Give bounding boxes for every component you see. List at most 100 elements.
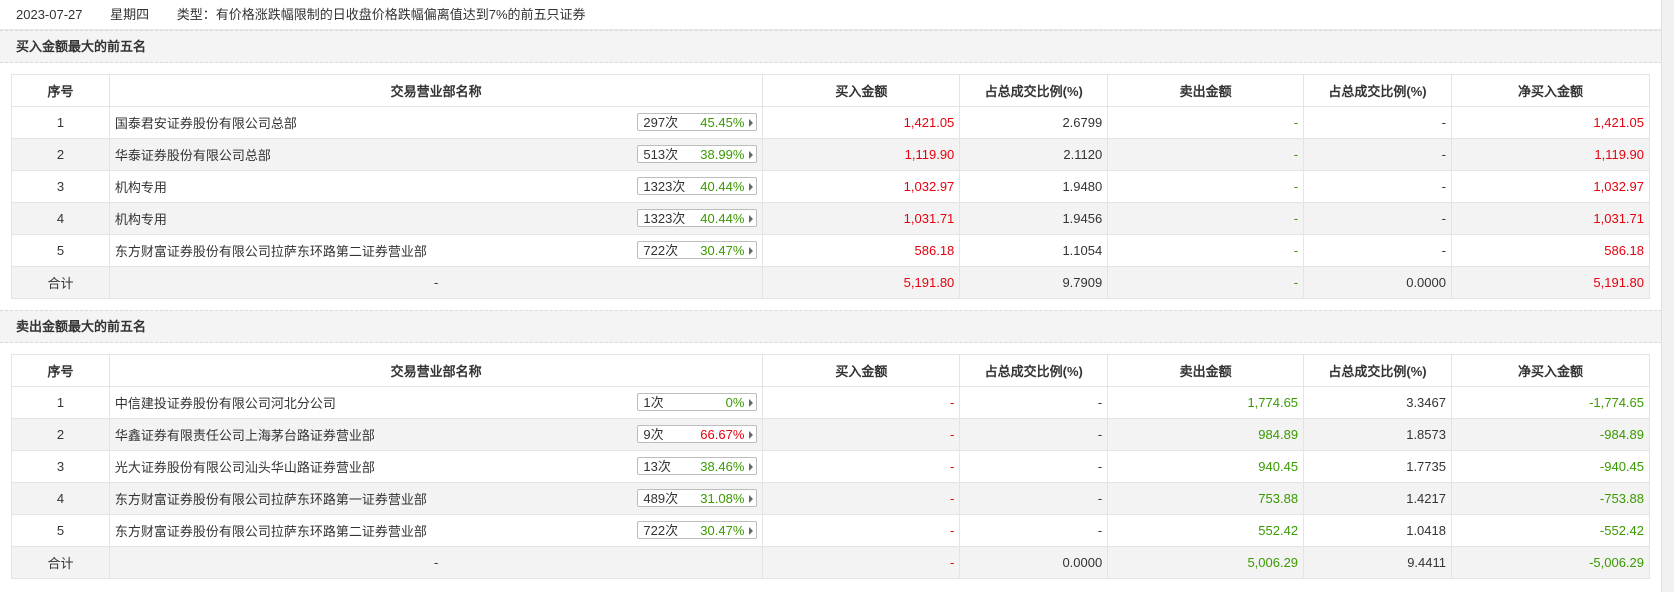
total-sell-amount: - [1107,266,1305,299]
rank-cell: 2 [11,418,110,451]
sell-amount-cell: 940.45 [1107,450,1305,483]
sell-amount-cell: 753.88 [1107,482,1305,515]
branch-stats-button[interactable]: 9次 66.67% [637,425,758,443]
branch-stats-button[interactable]: 722次 30.47% [637,241,758,259]
branch-stats-button[interactable]: 513次 38.99% [637,145,758,163]
appearance-count: 1323次 [643,179,686,194]
sell-section-title: 卖出金额最大的前五名 [0,310,1662,343]
branch-cell[interactable]: 光大证券股份有限公司汕头华山路证券营业部 13次 38.46% [108,450,764,483]
caret-right-icon [749,463,754,471]
col-sell-amount: 卖出金额 [1107,354,1305,387]
buy-ratio-cell: 1.9480 [959,170,1109,203]
branch-name[interactable]: 机构专用 [115,180,167,195]
branch-name[interactable]: 东方财富证券股份有限公司拉萨东环路第二证券营业部 [115,524,427,539]
branch-cell[interactable]: 东方财富证券股份有限公司拉萨东环路第二证券营业部 722次 30.47% [108,234,764,267]
branch-name[interactable]: 中信建投证券股份有限公司河北分公司 [115,396,336,411]
rank-cell: 3 [11,170,110,203]
buy-ratio-cell: - [959,514,1109,547]
header-line: 2023-07-27 星期四 类型：有价格涨跌幅限制的日收盘价格跌幅偏离值达到7… [0,0,1662,30]
buy-ratio-cell: - [959,386,1109,419]
table-row: 5 东方财富证券股份有限公司拉萨东环路第二证券营业部 722次 30.47% 586.1… [11,234,1651,267]
branch-cell[interactable]: 华泰证券股份有限公司总部 513次 38.99% [108,138,764,171]
col-sell-ratio: 占总成交比例(%) [1303,74,1452,107]
table-row: 1 国泰君安证券股份有限公司总部 297次 45.45% 1,421.05 2.6799-… [11,106,1651,139]
caret-right-icon [749,399,754,407]
branch-name[interactable]: 国泰君安证券股份有限公司总部 [115,116,297,131]
caret-right-icon [749,119,754,127]
weekday: 星期四 [110,7,150,22]
buy-ratio-cell: 2.1120 [959,138,1109,171]
total-sell-amount: 5,006.29 [1107,546,1305,579]
win-rate: 31.08% [700,491,745,506]
branch-cell[interactable]: 东方财富证券股份有限公司拉萨东环路第一证券营业部 489次 31.08% [108,482,764,515]
branch-cell[interactable]: 机构专用 1323次 40.44% [108,170,764,203]
net-amount-cell: 1,032.97 [1450,170,1651,203]
buy-table-wrap: 序号 交易营业部名称 买入金额 占总成交比例(%) 卖出金额 占总成交比例(%)… [0,63,1662,310]
sell-amount-cell: 552.42 [1107,514,1305,547]
branch-name[interactable]: 东方财富证券股份有限公司拉萨东环路第一证券营业部 [115,492,427,507]
sell-ratio-cell: - [1303,202,1452,235]
total-branch-cell: - [108,546,764,579]
buy-amount-cell: 1,032.97 [762,170,961,203]
branch-name[interactable]: 东方财富证券股份有限公司拉萨东环路第二证券营业部 [115,244,427,259]
buy-table-body: 1 国泰君安证券股份有限公司总部 297次 45.45% 1,421.05 2.6799-… [11,106,1651,299]
net-amount-cell: -984.89 [1450,418,1651,451]
branch-name[interactable]: 华鑫证券有限责任公司上海茅台路证券营业部 [115,428,375,443]
net-amount-cell: -940.45 [1450,450,1651,483]
branch-stats-button[interactable]: 13次 38.46% [637,457,758,475]
list-type: 类型：有价格涨跌幅限制的日收盘价格跌幅偏离值达到7%的前五只证券 [176,7,586,22]
branch-cell[interactable]: 中信建投证券股份有限公司河北分公司 1次 0% [108,386,764,419]
branch-name[interactable]: 华泰证券股份有限公司总部 [115,148,271,163]
caret-right-icon [749,431,754,439]
branch-cell[interactable]: 机构专用 1323次 40.44% [108,202,764,235]
col-no: 序号 [11,74,110,107]
sell-amount-cell: - [1107,138,1305,171]
branch-cell[interactable]: 东方财富证券股份有限公司拉萨东环路第二证券营业部 722次 30.47% [108,514,764,547]
trade-date: 2023-07-27 [16,7,83,22]
branch-stats-button[interactable]: 1323次 40.44% [637,209,758,227]
branch-stats-button[interactable]: 1次 0% [637,393,758,411]
table-row: 3 光大证券股份有限公司汕头华山路证券营业部 13次 38.46% - -940.45 1.… [11,450,1651,483]
branch-name[interactable]: 机构专用 [115,212,167,227]
col-sell-ratio: 占总成交比例(%) [1303,354,1452,387]
sell-amount-cell: - [1107,170,1305,203]
table-row: 2 华鑫证券有限责任公司上海茅台路证券营业部 9次 66.67% - -984.89 1.8… [11,418,1651,451]
buy-amount-cell: 586.18 [762,234,961,267]
total-buy-ratio: 0.0000 [959,546,1109,579]
buy-amount-cell: - [762,450,961,483]
branch-stats-button[interactable]: 297次 45.45% [637,113,758,131]
branch-stats-button[interactable]: 489次 31.08% [637,489,758,507]
branch-cell[interactable]: 华鑫证券有限责任公司上海茅台路证券营业部 9次 66.67% [108,418,764,451]
rank-cell: 1 [11,106,110,139]
net-amount-cell: 586.18 [1450,234,1651,267]
net-amount-cell: 1,119.90 [1450,138,1651,171]
col-buy-ratio: 占总成交比例(%) [959,354,1109,387]
sell-table-wrap: 序号 交易营业部名称 买入金额 占总成交比例(%) 卖出金额 占总成交比例(%)… [0,343,1662,590]
col-no: 序号 [11,354,110,387]
sell-ratio-cell: 1.7735 [1303,450,1452,483]
buy-table: 序号 交易营业部名称 买入金额 占总成交比例(%) 卖出金额 占总成交比例(%)… [11,74,1651,299]
total-net-amount: -5,006.29 [1450,546,1651,579]
col-buy-ratio: 占总成交比例(%) [959,74,1109,107]
sell-amount-cell: 984.89 [1107,418,1305,451]
total-buy-amount: - [762,546,961,579]
buy-ratio-cell: - [959,450,1109,483]
appearance-count: 489次 [643,491,679,506]
branch-stats-button[interactable]: 722次 30.47% [637,521,758,539]
net-amount-cell: 1,031.71 [1450,202,1651,235]
sell-amount-cell: - [1107,202,1305,235]
rank-cell: 2 [11,138,110,171]
branch-stats-button[interactable]: 1323次 40.44% [637,177,758,195]
buy-amount-cell: - [762,482,961,515]
table-row: 3 机构专用 1323次 40.44% 1,032.97 1.9480- -1,032.97 [11,170,1651,203]
buy-ratio-cell: - [959,482,1109,515]
net-amount-cell: -1,774.65 [1450,386,1651,419]
branch-cell[interactable]: 国泰君安证券股份有限公司总部 297次 45.45% [108,106,764,139]
col-net-amount: 净买入金额 [1450,74,1651,107]
vertical-scrollbar[interactable] [1661,0,1674,592]
total-branch-cell: - [108,266,764,299]
win-rate: 0% [725,395,745,410]
branch-name[interactable]: 光大证券股份有限公司汕头华山路证券营业部 [115,460,375,475]
buy-ratio-cell: 2.6799 [959,106,1109,139]
rank-cell: 4 [11,482,110,515]
